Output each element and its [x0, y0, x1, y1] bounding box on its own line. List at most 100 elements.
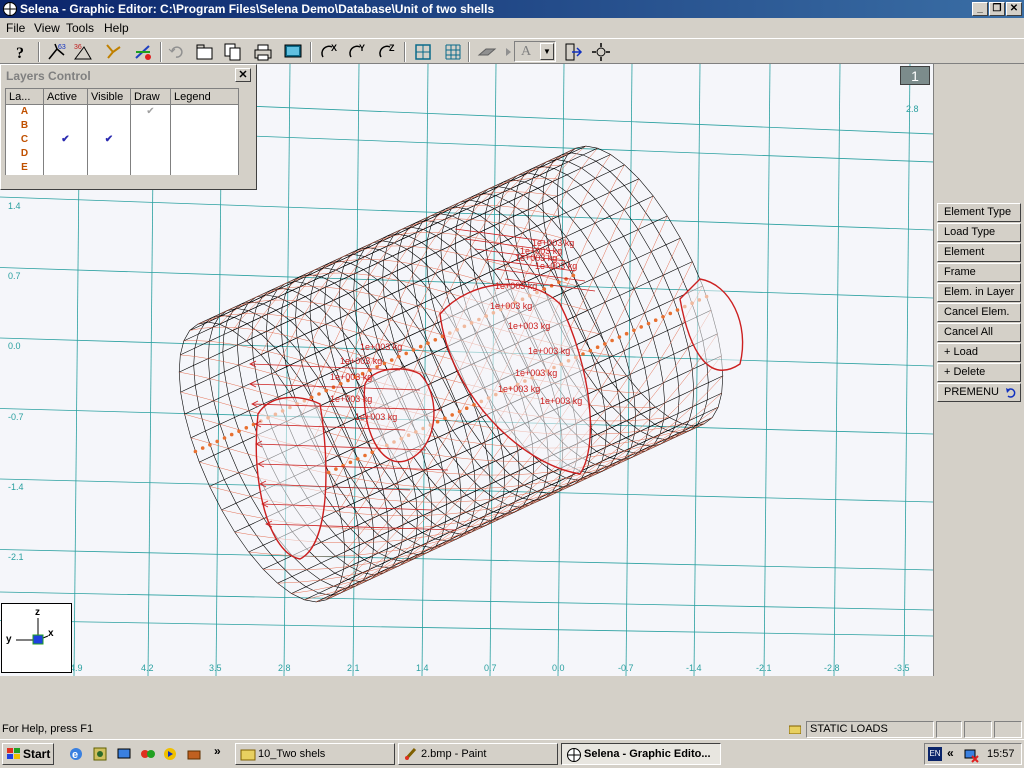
layer-row[interactable]: C ✔ ✔ — [5, 132, 239, 147]
return-icon — [1006, 388, 1016, 398]
window-title: Selena - Graphic Editor: C:\Program File… — [20, 2, 495, 16]
y-tick-label: -2.1 — [8, 552, 24, 562]
layer-active-check[interactable] — [43, 146, 88, 161]
element-type-button[interactable]: Element Type — [937, 203, 1021, 222]
add-delete-button[interactable]: + Delete — [937, 363, 1021, 382]
premenu-button[interactable]: PREMENU — [937, 383, 1021, 402]
tray-chevron[interactable]: « — [947, 746, 954, 760]
col-layer[interactable]: La... — [5, 88, 44, 105]
undo-icon[interactable] — [166, 41, 188, 63]
x-tick-label: 4.2 — [141, 663, 154, 673]
col-legend[interactable]: Legend — [170, 88, 239, 105]
load-type-button[interactable]: Load Type — [937, 223, 1021, 242]
player-icon[interactable] — [162, 746, 178, 762]
cancel-all-button[interactable]: Cancel All — [937, 323, 1021, 342]
right-command-panel: Element Type Load Type Element Frame Ele… — [935, 64, 1024, 720]
layers-control-header[interactable]: Layers Control ✕ — [3, 67, 254, 85]
layer-draw-check[interactable] — [130, 160, 171, 175]
layer-draw-check[interactable]: ✔ — [130, 104, 171, 119]
close-icon[interactable]: ✕ — [235, 68, 251, 82]
app-icon — [567, 748, 581, 762]
layer-row[interactable]: D — [5, 146, 239, 161]
select-node-icon[interactable] — [102, 41, 124, 63]
status-panel-3 — [994, 721, 1022, 738]
print-icon[interactable] — [252, 41, 274, 63]
menu-view[interactable]: View — [34, 21, 60, 35]
layer-row[interactable]: E — [5, 160, 239, 175]
grid-icon[interactable] — [442, 41, 464, 63]
open-icon[interactable] — [194, 41, 216, 63]
axis-y-label: y — [6, 634, 12, 645]
rotate-y-icon[interactable]: Y — [346, 41, 368, 63]
layer-row[interactable]: A ✔ — [5, 104, 239, 119]
layer-visible-check[interactable] — [87, 104, 131, 119]
chevron-down-icon[interactable]: ▼ — [540, 43, 554, 60]
menu-tools[interactable]: Tools — [66, 21, 94, 35]
svg-text:Y: Y — [359, 43, 365, 53]
layer-legend — [170, 132, 239, 147]
layer-active-check[interactable]: ✔ — [43, 132, 88, 147]
layer-icon[interactable] — [476, 41, 498, 63]
network-icon[interactable] — [963, 747, 979, 763]
help-icon[interactable]: ? — [10, 41, 32, 63]
layer-draw-check[interactable] — [130, 118, 171, 133]
col-draw[interactable]: Draw — [130, 88, 171, 105]
maximize-button[interactable]: ❐ — [989, 2, 1005, 16]
elem-in-layer-button[interactable]: Elem. in Layer — [937, 283, 1021, 302]
layer-name: A — [5, 104, 44, 119]
ie-icon[interactable]: e — [68, 746, 84, 762]
rotate-x-icon[interactable]: X — [318, 41, 340, 63]
task-selena[interactable]: Selena - Graphic Edito... — [561, 743, 721, 765]
start-button[interactable]: Start — [2, 743, 54, 765]
rotate-z-icon[interactable]: Z — [376, 41, 398, 63]
task-paint[interactable]: 2.bmp - Paint — [398, 743, 558, 765]
load-arrow — [251, 403, 443, 411]
language-indicator[interactable]: EN — [928, 747, 942, 761]
element-numbering-icon[interactable]: 36 — [72, 41, 94, 63]
svg-text:36: 36 — [74, 44, 82, 51]
layer-legend — [170, 160, 239, 175]
layer-visible-check[interactable]: ✔ — [87, 132, 131, 147]
minimize-button[interactable]: _ — [972, 2, 988, 16]
layer-active-check[interactable] — [43, 104, 88, 119]
col-visible[interactable]: Visible — [87, 88, 131, 105]
pan-icon[interactable] — [590, 41, 612, 63]
layer-draw-check[interactable] — [130, 132, 171, 147]
col-active[interactable]: Active — [43, 88, 88, 105]
add-load-button[interactable]: + Load — [937, 343, 1021, 362]
exit-icon[interactable] — [562, 41, 584, 63]
load-label: 1e+003 kg — [528, 346, 570, 356]
layer-active-check[interactable] — [43, 118, 88, 133]
frame-button[interactable]: Frame — [937, 263, 1021, 282]
close-button[interactable]: ✕ — [1006, 2, 1022, 16]
layer-draw-check[interactable] — [130, 146, 171, 161]
layer-visible-check[interactable] — [87, 146, 131, 161]
font-combo[interactable]: A ▼ — [514, 41, 556, 62]
layer-active-check[interactable] — [43, 160, 88, 175]
layer-visible-check[interactable] — [87, 160, 131, 175]
color-palette-icon[interactable] — [132, 41, 154, 63]
copy-icon[interactable] — [222, 41, 244, 63]
quicklaunch-chevron[interactable]: » — [214, 744, 221, 758]
x-tick-label: -2.1 — [756, 663, 772, 673]
x-tick-label: -3.5 — [894, 663, 910, 673]
y-tick-label: 0.0 — [8, 341, 21, 351]
x-tick-label: -2.8 — [824, 663, 840, 673]
x-tick-label: 0.7 — [484, 663, 497, 673]
layer-row[interactable]: B — [5, 118, 239, 133]
menu-help[interactable]: Help — [104, 21, 129, 35]
media-icon[interactable] — [140, 746, 156, 762]
svg-text:?: ? — [16, 45, 24, 62]
task-two-shels[interactable]: 10_Two shels — [235, 743, 395, 765]
menu-file[interactable]: File — [6, 21, 25, 35]
node-numbering-icon[interactable]: 63 — [46, 41, 68, 63]
load-arrow — [257, 463, 449, 471]
screen-icon[interactable] — [282, 41, 304, 63]
element-button[interactable]: Element — [937, 243, 1021, 262]
layer-visible-check[interactable] — [87, 118, 131, 133]
desktop-icon[interactable] — [116, 746, 132, 762]
grid-frame-icon[interactable] — [412, 41, 434, 63]
cancel-elem-button[interactable]: Cancel Elem. — [937, 303, 1021, 322]
explorer-icon[interactable] — [92, 746, 108, 762]
book-icon[interactable] — [186, 746, 202, 762]
